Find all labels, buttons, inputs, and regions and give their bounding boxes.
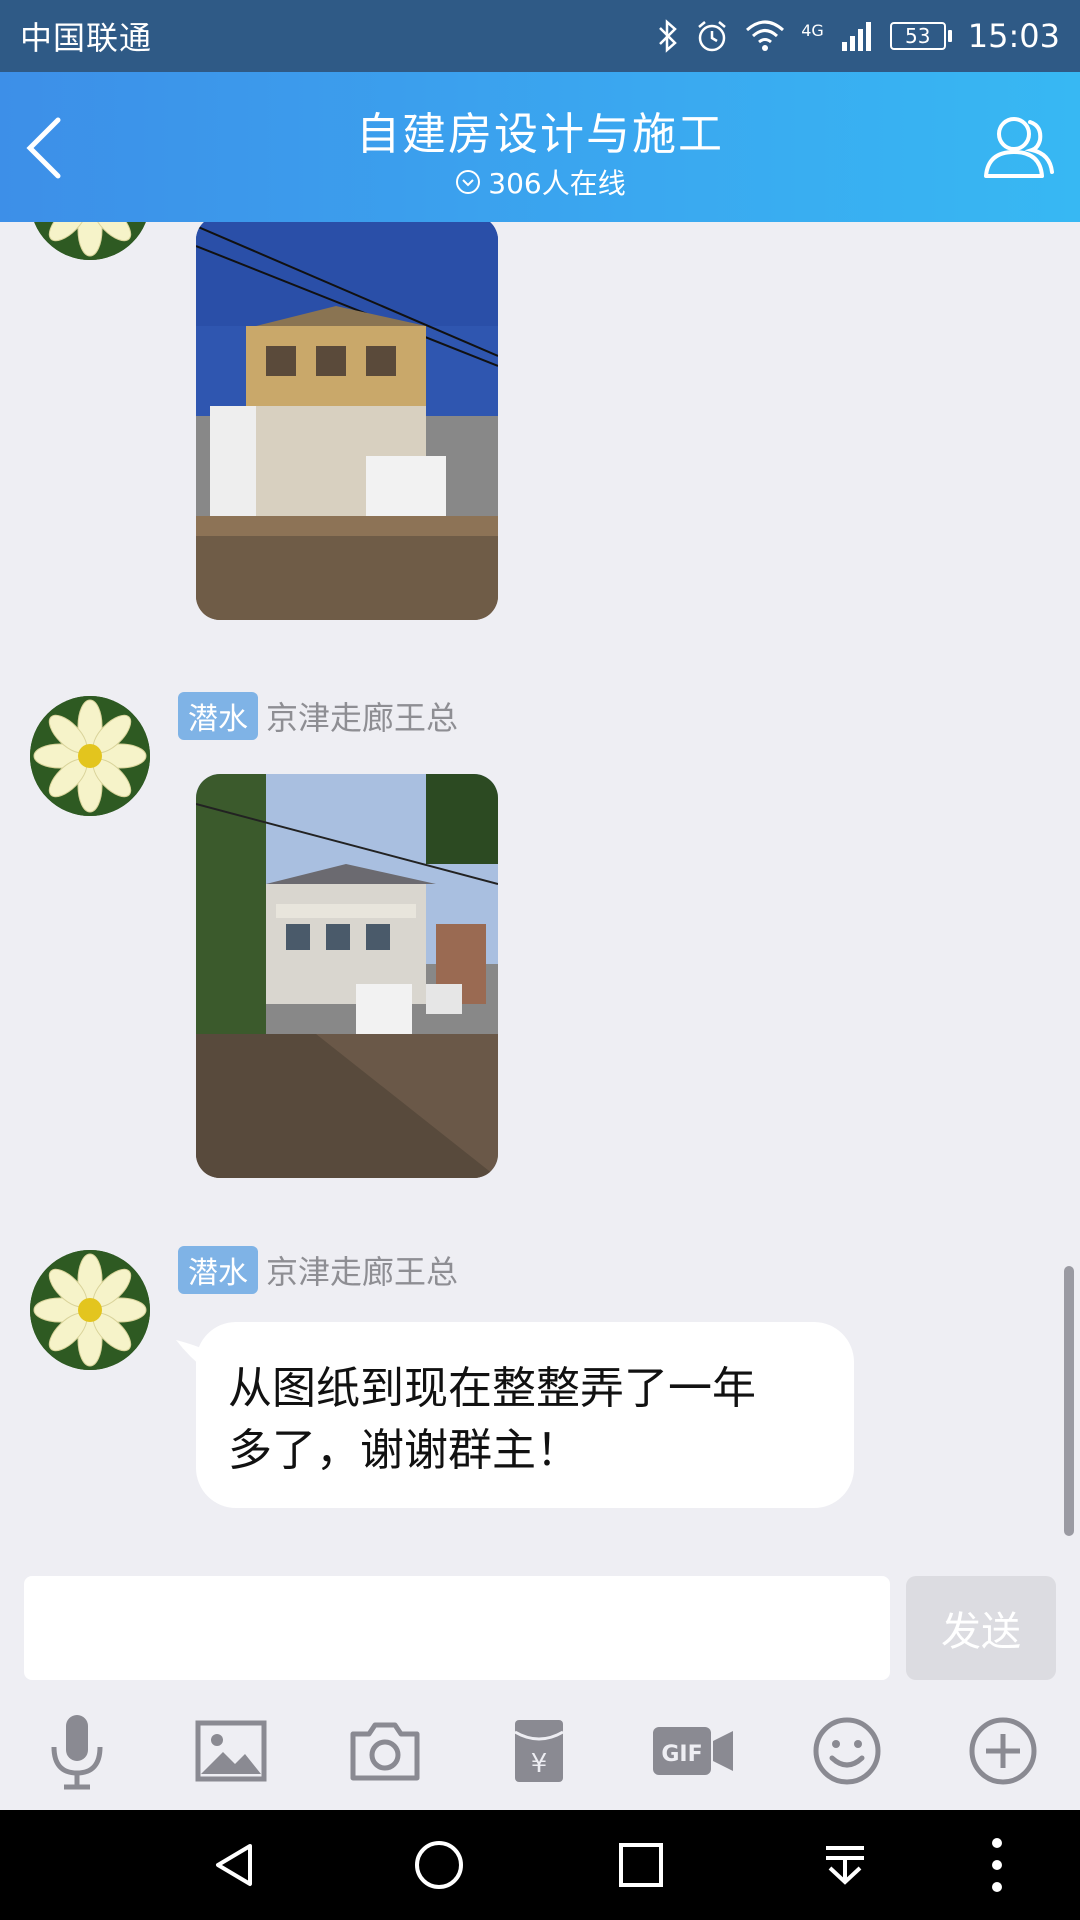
- plus-icon: [969, 1717, 1037, 1785]
- more-button[interactable]: [958, 1706, 1048, 1796]
- group-members-button[interactable]: [980, 108, 1056, 184]
- camera-button[interactable]: [340, 1706, 430, 1796]
- alarm-icon: [698, 21, 727, 52]
- lotus-avatar-icon: [30, 222, 150, 260]
- voice-button[interactable]: [32, 1706, 122, 1796]
- svg-text:GIF: GIF: [661, 1742, 702, 1767]
- message-bubble[interactable]: 从图纸到现在整整弄了一年 多了，谢谢群主！: [196, 1322, 854, 1508]
- status-icons: 4G 53 15:03: [657, 17, 1060, 55]
- red-packet-icon: ¥: [514, 1720, 564, 1782]
- clock: 15:03: [967, 17, 1060, 55]
- nav-back-button[interactable]: [200, 1830, 270, 1900]
- emoji-button[interactable]: [802, 1706, 892, 1796]
- message-photo[interactable]: [196, 774, 498, 1178]
- photo-house-street-view: [196, 774, 498, 1178]
- status-bar: 中国联通 4G 53 15:03: [0, 0, 1080, 72]
- avatar[interactable]: [30, 1250, 150, 1370]
- nav-notifications-button[interactable]: [810, 1830, 880, 1900]
- sender-info: 潜水 京津走廊王总: [178, 1246, 458, 1294]
- square-recents-icon: [619, 1843, 663, 1887]
- message-text-line: 多了，谢谢群主！: [228, 1425, 580, 1476]
- chat-header: 自建房设计与施工 306人在线: [0, 72, 1080, 222]
- send-button[interactable]: 发送: [906, 1576, 1056, 1680]
- sender-name[interactable]: 京津走廊王总: [266, 1247, 458, 1293]
- group-title: 自建房设计与施工: [356, 109, 724, 160]
- nav-home-button[interactable]: [404, 1830, 474, 1900]
- camera-icon: [350, 1722, 420, 1781]
- more-vertical-icon: [992, 1838, 1002, 1892]
- pull-down-icon: [826, 1846, 864, 1885]
- signal-icon: [841, 22, 871, 51]
- battery-icon: 53: [889, 22, 952, 50]
- system-nav-bar: [0, 1810, 1080, 1920]
- message-photo[interactable]: [196, 222, 498, 620]
- wifi-icon: [746, 20, 785, 51]
- chevron-down-circle-icon: [456, 170, 481, 194]
- bluetooth-icon: [659, 19, 678, 53]
- message-text-line: 从图纸到现在整整弄了一年: [228, 1363, 756, 1414]
- member-rank-badge: 潜水: [178, 692, 258, 740]
- sender-name[interactable]: 京津走廊王总: [266, 693, 458, 739]
- message-list[interactable]: 潜水 京津走廊王总 潜水 京津走廊王总 从图纸到现在整整弄了一年 多了，谢谢群主…: [0, 222, 1080, 1572]
- avatar[interactable]: [30, 696, 150, 816]
- triangle-back-icon: [216, 1844, 252, 1886]
- image-icon: [195, 1720, 267, 1782]
- battery-level: 53: [889, 22, 946, 50]
- input-area: 发送 ¥ GIF: [0, 1572, 1080, 1810]
- online-count[interactable]: 306人在线: [0, 162, 1080, 202]
- svg-text:¥: ¥: [531, 1749, 548, 1779]
- gif-icon: GIF: [653, 1727, 733, 1775]
- nav-recents-button[interactable]: [606, 1830, 676, 1900]
- message-input[interactable]: [24, 1576, 890, 1680]
- network-type: 4G: [801, 21, 824, 40]
- gif-button[interactable]: GIF: [648, 1706, 738, 1796]
- nav-menu-button[interactable]: [962, 1830, 1032, 1900]
- emoji-icon: [813, 1717, 881, 1785]
- people-icon: [984, 117, 1054, 178]
- lotus-avatar-icon: [30, 1250, 150, 1370]
- carrier-name: 中国联通: [20, 19, 153, 57]
- scrollbar[interactable]: [1064, 1266, 1074, 1536]
- circle-home-icon: [415, 1841, 463, 1889]
- online-count-text: 306人在线: [488, 167, 626, 200]
- sender-info: 潜水 京津走廊王总: [178, 692, 458, 740]
- microphone-icon: [51, 1715, 103, 1790]
- member-rank-badge: 潜水: [178, 1246, 258, 1294]
- avatar[interactable]: [30, 222, 150, 260]
- lotus-avatar-icon: [30, 696, 150, 816]
- input-toolbar: ¥ GIF: [0, 1706, 1080, 1810]
- image-button[interactable]: [186, 1706, 276, 1796]
- red-packet-button[interactable]: ¥: [494, 1706, 584, 1796]
- photo-house-under-construction: [196, 222, 498, 620]
